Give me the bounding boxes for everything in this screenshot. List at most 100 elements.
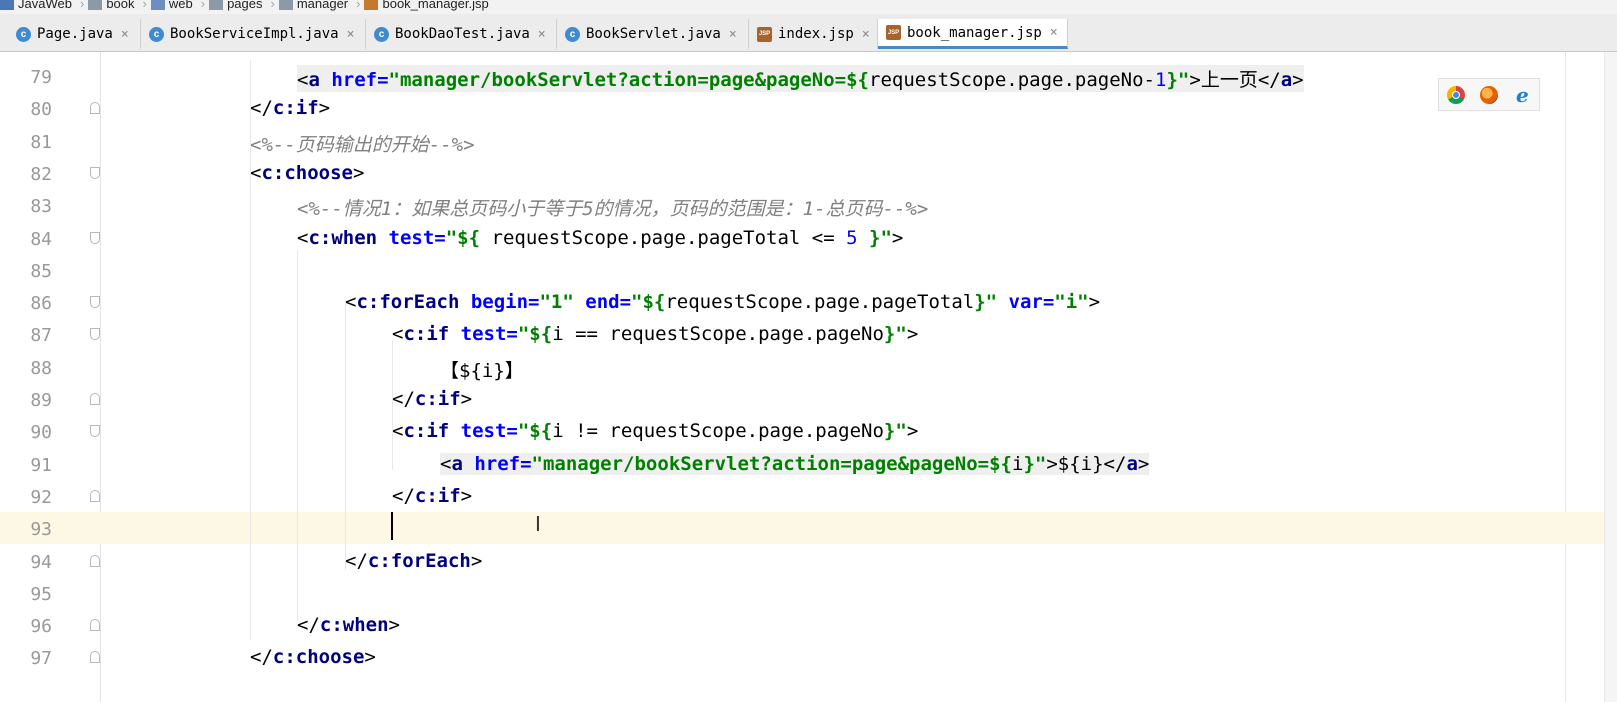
- indent-guide: [392, 340, 393, 470]
- code-text: </c:if>: [392, 388, 472, 410]
- code-token: <%--情况1：如果总页码小于等于5的情况，页码的范围是：1-总页码--%>: [297, 198, 929, 221]
- close-icon[interactable]: ×: [347, 27, 355, 42]
- breadcrumb: JavaWeb › book › web › pages › manager › book_mana…: [0, 0, 1617, 14]
- code-token: >: [1137, 452, 1150, 475]
- breadcrumb-label: pages: [227, 0, 263, 11]
- code-token: c:choose: [272, 646, 365, 669]
- code-text: <a href="manager/bookServlet?action=page…: [440, 452, 1150, 475]
- code-token: test=: [460, 420, 518, 443]
- breadcrumb-item[interactable]: JavaWeb: [0, 0, 72, 11]
- code-line[interactable]: 88 【${i}】: [0, 351, 1617, 383]
- fold-marker-icon[interactable]: [90, 102, 100, 115]
- chrome-icon[interactable]: [1446, 85, 1465, 104]
- tab-page-java[interactable]: c Page.java ×: [8, 19, 141, 49]
- code-line[interactable]: 80 </c:if>: [0, 92, 1617, 124]
- code-token: >: [906, 323, 919, 346]
- jsp-file-icon: [364, 0, 379, 11]
- code-token: 5: [846, 226, 858, 249]
- fold-marker-icon[interactable]: [90, 231, 100, 244]
- internet-explorer-icon[interactable]: e: [1513, 85, 1531, 105]
- tab-bookdaotest-java[interactable]: c BookDaoTest.java ×: [366, 19, 557, 49]
- code-token: href=: [331, 69, 389, 91]
- code-text: </c:if>: [392, 485, 472, 507]
- code-token: >: [460, 484, 473, 507]
- line-number: 79: [30, 67, 52, 88]
- code-line[interactable]: 91 <a href="manager/bookServlet?action=pa…: [0, 448, 1617, 480]
- code-token: <: [345, 291, 357, 314]
- code-token: var=: [1008, 291, 1055, 314]
- vertical-scrollbar[interactable]: [1604, 52, 1617, 702]
- code-line[interactable]: 89 </c:if>: [0, 383, 1617, 415]
- code-line[interactable]: 87 <c:if test="${i == requestScope.page.p…: [0, 318, 1617, 350]
- code-line[interactable]: 86 <c:forEach begin="1" end="${requestSco…: [0, 286, 1617, 318]
- fold-marker-icon[interactable]: [90, 166, 100, 179]
- code-token: requestScope.page.pageNo: [869, 69, 1144, 91]
- fold-marker-icon[interactable]: [90, 489, 100, 502]
- tab-bookserviceimpl-java[interactable]: c BookServiceImpl.java ×: [141, 19, 366, 49]
- code-line[interactable]: 79 <a href="manager/bookServlet?action=pa…: [0, 60, 1617, 92]
- code-text: <%--页码输出的开始--%>: [250, 130, 475, 157]
- code-token: >: [470, 549, 483, 572]
- code-token: c:if: [414, 388, 461, 410]
- tab-label: BookServiceImpl.java: [170, 26, 339, 42]
- breadcrumb-item[interactable]: book: [88, 0, 135, 11]
- breadcrumb-item[interactable]: book_manager.jsp: [364, 0, 489, 11]
- tab-label: book_manager.jsp: [907, 24, 1042, 41]
- breadcrumb-item[interactable]: pages: [209, 0, 262, 11]
- breadcrumb-label: web: [168, 0, 193, 11]
- fold-marker-icon[interactable]: [90, 296, 100, 309]
- code-token: >: [352, 161, 365, 184]
- line-number: 97: [30, 648, 52, 670]
- code-token: <: [297, 69, 309, 91]
- code-token: </: [1103, 452, 1127, 475]
- tab-bookservlet-java[interactable]: c BookServlet.java ×: [557, 19, 749, 49]
- code-text: </c:if>: [250, 97, 330, 119]
- browser-preview-toolbar: e: [1438, 78, 1540, 111]
- java-class-icon: c: [565, 26, 580, 42]
- code-editor[interactable]: 79 <a href="manager/bookServlet?action=pa…: [0, 52, 1617, 702]
- code-line[interactable]: 83 <%--情况1：如果总页码小于等于5的情况，页码的范围是：1-总页码--%>: [0, 189, 1617, 221]
- code-text: <c:forEach begin="1" end="${requestScope…: [345, 291, 1100, 313]
- code-line[interactable]: 92 </c:if>: [0, 480, 1617, 512]
- fold-marker-icon[interactable]: [90, 425, 100, 438]
- code-line[interactable]: 85: [0, 254, 1617, 286]
- code-token: c:when: [308, 226, 389, 249]
- breadcrumb-item[interactable]: manager: [278, 0, 348, 11]
- breadcrumb-item[interactable]: web: [150, 0, 193, 11]
- code-token: c:forEach: [367, 549, 471, 572]
- close-icon[interactable]: ×: [1050, 25, 1058, 40]
- fold-marker-icon[interactable]: [90, 651, 100, 664]
- code-token: </: [250, 646, 273, 669]
- code-line[interactable]: 97 </c:choose>: [0, 641, 1617, 673]
- line-number: 95: [30, 583, 52, 605]
- code-line[interactable]: 94 </c:forEach>: [0, 545, 1617, 577]
- close-icon[interactable]: ×: [729, 27, 737, 42]
- code-line[interactable]: 81 <%--页码输出的开始--%>: [0, 125, 1617, 157]
- code-line[interactable]: 84 <c:when test="${ requestScope.page.pag…: [0, 222, 1617, 254]
- close-icon[interactable]: ×: [121, 27, 129, 42]
- code-line[interactable]: 82 <c:choose>: [0, 157, 1617, 189]
- line-number: 88: [30, 357, 52, 379]
- code-token: >: [1292, 69, 1304, 91]
- line-number: 93: [30, 519, 52, 541]
- fold-marker-icon[interactable]: [90, 619, 100, 632]
- close-icon[interactable]: ×: [538, 27, 546, 42]
- line-number: 81: [30, 131, 52, 153]
- fold-marker-icon[interactable]: [90, 554, 100, 567]
- code-line[interactable]: 90 <c:if test="${i != requestScope.page.p…: [0, 415, 1617, 447]
- jsp-file-icon: JSP: [757, 26, 772, 42]
- tab-index-jsp[interactable]: JSP index.jsp ×: [749, 19, 878, 49]
- code-line[interactable]: 96 </c:when>: [0, 609, 1617, 641]
- fold-marker-icon[interactable]: [90, 393, 100, 405]
- code-token: c:if: [272, 97, 319, 120]
- firefox-icon[interactable]: [1479, 85, 1498, 104]
- code-line[interactable]: 95: [0, 577, 1617, 609]
- java-class-icon: c: [149, 26, 164, 42]
- fold-marker-icon[interactable]: [90, 328, 100, 341]
- code-line[interactable]: 93: [0, 512, 1617, 545]
- line-number: 91: [30, 454, 52, 476]
- code-token: "${: [445, 226, 481, 249]
- code-token: "1": [539, 291, 586, 314]
- tab-book-manager-jsp[interactable]: JSP book_manager.jsp ×: [878, 19, 1068, 49]
- close-icon[interactable]: ×: [862, 27, 870, 42]
